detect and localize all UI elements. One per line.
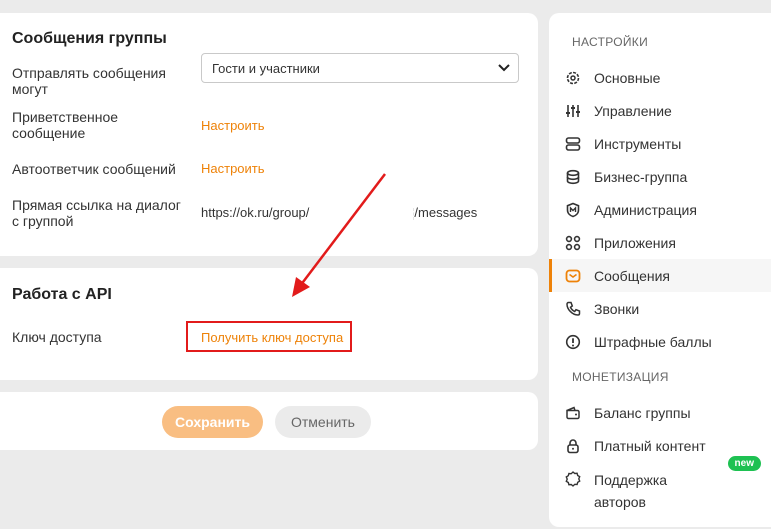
sidebar-item-label: Управление (594, 102, 672, 119)
sidebar-item-administration[interactable]: Администрация (549, 193, 771, 226)
sidebar-item-label: Инструменты (594, 135, 682, 152)
warning-circle-icon (565, 334, 581, 350)
settings-heading: НАСТРОЙКИ (572, 35, 649, 49)
settings-sidebar: НАСТРОЙКИ Основные Управление Инструмент… (549, 13, 771, 527)
mail-icon (565, 268, 581, 284)
database-icon (565, 169, 581, 185)
sidebar-item-label: Сообщения (594, 267, 670, 284)
sidebar-item-group-balance[interactable]: Баланс группы (549, 396, 771, 429)
sidebar-item-label: Бизнес-группа (594, 168, 688, 185)
sidebar-item-tools[interactable]: Инструменты (549, 127, 771, 160)
tools-icon (565, 136, 581, 152)
sidebar-item-main[interactable]: Основные (549, 61, 771, 94)
sidebar-item-penalty-points[interactable]: Штрафные баллы (549, 325, 771, 358)
sidebar-item-calls[interactable]: Звонки (549, 292, 771, 325)
admin-shield-icon (565, 202, 581, 218)
sidebar-item-apps[interactable]: Приложения (549, 226, 771, 259)
sidebar-item-label: Основные (594, 69, 661, 86)
wallet-icon (565, 405, 581, 421)
sidebar-item-messages[interactable]: Сообщения (549, 259, 771, 292)
save-button[interactable]: Сохранить (162, 406, 263, 438)
sidebar-item-label: Баланс группы (594, 404, 691, 421)
sidebar-item-label: Звонки (594, 300, 640, 317)
sidebar-item-business-group[interactable]: Бизнес-группа (549, 160, 771, 193)
sidebar-item-label: Приложения (594, 234, 676, 251)
sidebar-item-label: Платный контент (594, 437, 706, 454)
cancel-button[interactable]: Отменить (275, 406, 371, 438)
phone-icon (565, 301, 581, 317)
sidebar-item-label: Администрация (594, 201, 697, 218)
form-actions-panel (0, 392, 538, 450)
sidebar-item-management[interactable]: Управление (549, 94, 771, 127)
sliders-icon (565, 103, 581, 119)
new-badge: new (727, 456, 761, 471)
badge-icon (565, 471, 581, 487)
gear-icon (565, 70, 581, 86)
lock-icon (565, 438, 581, 454)
sidebar-item-label: Поддержка авторов (594, 472, 668, 510)
sidebar-item-label: Штрафные баллы (594, 333, 712, 350)
monetization-heading: МОНЕТИЗАЦИЯ (572, 370, 669, 384)
apps-grid-icon (565, 235, 581, 251)
